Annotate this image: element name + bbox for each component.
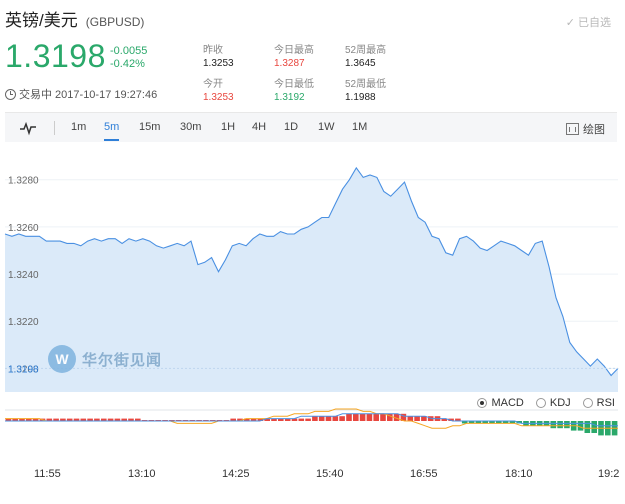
stat-52w-low: 52周最低 1.1988 bbox=[345, 78, 386, 104]
price-chart[interactable]: 1.32801.32601.32401.32201.3200 1.3198 bbox=[0, 142, 625, 462]
macd-bar bbox=[346, 413, 352, 421]
change-value: -0.0055 bbox=[110, 45, 148, 57]
x-tick-label: 14:25 bbox=[222, 468, 250, 480]
indicator-selector: MACD KDJ RSI bbox=[465, 397, 615, 409]
indicator-label: MACD bbox=[491, 397, 524, 409]
trading-status: 交易中 2017-10-17 19:27:46 bbox=[5, 86, 157, 102]
radio-icon[interactable] bbox=[477, 398, 488, 408]
stat-52w-high: 52周最高 1.3645 bbox=[345, 44, 386, 70]
timeframe-5m[interactable]: 5m bbox=[104, 121, 120, 141]
macd-bar bbox=[373, 413, 379, 421]
line-chart-icon[interactable] bbox=[19, 120, 37, 136]
title-row: 英镑/美元 (GBPUSD) bbox=[5, 6, 144, 31]
stat-value: 1.3192 bbox=[274, 92, 305, 103]
y-tick-label: 1.3260 bbox=[8, 223, 39, 234]
instrument-name: 英镑/美元 bbox=[5, 11, 78, 30]
y-tick-label: 1.3220 bbox=[8, 317, 39, 328]
indicator-label: KDJ bbox=[549, 397, 571, 409]
x-tick-label: 15:40 bbox=[316, 468, 344, 480]
watermark-logo: W 华尔街见闻 bbox=[48, 345, 162, 373]
stat-day-low: 今日最低 1.3192 bbox=[274, 78, 314, 104]
macd-bar bbox=[298, 418, 305, 421]
indicator-kdj[interactable]: KDJ bbox=[535, 397, 571, 409]
x-tick-label: 19:2 bbox=[598, 468, 620, 480]
macd-bar bbox=[312, 416, 318, 421]
status-text: 交易中 2017-10-17 19:27:46 bbox=[19, 89, 158, 101]
macd-bar bbox=[557, 421, 563, 429]
last-price: 1.3198 bbox=[5, 38, 106, 74]
x-tick-label: 13:10 bbox=[128, 468, 156, 480]
x-tick-label: 18:10 bbox=[505, 468, 533, 480]
macd-bar bbox=[584, 421, 591, 433]
draw-label: 绘图 bbox=[583, 124, 605, 136]
watchlist-button[interactable]: ✓ 已自选 bbox=[566, 14, 611, 30]
stat-label: 今日最高 bbox=[274, 45, 314, 56]
price-change: -0.0055 -0.42% bbox=[110, 45, 147, 71]
indicator-rsi[interactable]: RSI bbox=[582, 397, 615, 409]
y-tick-label: 1.3240 bbox=[8, 270, 39, 281]
check-icon: ✓ bbox=[565, 17, 578, 29]
timeframe-1w[interactable]: 1W bbox=[318, 121, 335, 133]
macd-bar bbox=[577, 421, 584, 431]
radio-icon[interactable] bbox=[582, 398, 593, 408]
timeframe-15m[interactable]: 15m bbox=[139, 121, 160, 133]
stat-value: 1.3645 bbox=[345, 58, 376, 69]
last-price-label: 1.3198 bbox=[8, 364, 39, 375]
timeframe-1m[interactable]: 1m bbox=[71, 121, 86, 133]
stat-label: 今开 bbox=[203, 79, 223, 90]
macd-bar bbox=[332, 416, 339, 421]
macd-bar bbox=[318, 416, 325, 421]
quote-header: 英镑/美元 (GBPUSD) ✓ 已自选 1.3198 -0.0055 -0.4… bbox=[0, 0, 625, 110]
radio-icon[interactable] bbox=[535, 398, 546, 408]
macd-bar bbox=[366, 413, 373, 421]
timeframe-1h[interactable]: 1H bbox=[221, 121, 235, 133]
instrument-code: (GBPUSD) bbox=[85, 15, 145, 29]
change-percent: -0.42% bbox=[110, 58, 145, 70]
draw-tool-button[interactable]: 绘图 bbox=[566, 121, 605, 137]
macd-bar bbox=[305, 418, 311, 421]
stat-label: 52周最高 bbox=[345, 45, 387, 56]
stat-label: 今日最低 bbox=[274, 79, 314, 90]
macd-bar bbox=[414, 416, 420, 421]
stat-label: 昨收 bbox=[203, 45, 223, 56]
logo-icon: W bbox=[48, 345, 76, 373]
stat-day-high: 今日最高 1.3287 bbox=[274, 44, 314, 70]
clock-icon bbox=[5, 88, 16, 100]
macd-bar bbox=[339, 416, 345, 421]
macd-bar bbox=[407, 416, 414, 421]
stat-value: 1.3287 bbox=[274, 58, 305, 69]
timeframe-30m[interactable]: 30m bbox=[180, 121, 201, 133]
x-tick-label: 11:55 bbox=[34, 468, 61, 480]
indicator-macd[interactable]: MACD bbox=[477, 397, 524, 409]
stat-value: 1.3253 bbox=[203, 92, 234, 103]
timeframe-1d[interactable]: 1D bbox=[284, 121, 298, 133]
watchlist-label: 已自选 bbox=[578, 17, 611, 29]
stat-value: 1.3253 bbox=[203, 58, 234, 69]
timeframe-1mo[interactable]: 1M bbox=[352, 121, 367, 133]
watermark-text: 华尔街见闻 bbox=[82, 351, 163, 369]
macd-bar bbox=[564, 421, 570, 429]
macd-bar bbox=[353, 413, 359, 421]
stat-open: 今开 1.3253 bbox=[203, 78, 234, 104]
timeframe-4h[interactable]: 4H bbox=[252, 121, 266, 133]
draw-icon bbox=[566, 123, 579, 135]
stat-prev-close: 昨收 1.3253 bbox=[203, 44, 234, 70]
macd-bar bbox=[325, 416, 332, 421]
macd-bar bbox=[380, 413, 386, 421]
indicator-label: RSI bbox=[596, 397, 615, 409]
macd-bar bbox=[591, 421, 597, 433]
stat-value: 1.1988 bbox=[345, 92, 376, 103]
macd-bar bbox=[550, 421, 557, 429]
stat-label: 52周最低 bbox=[345, 79, 387, 90]
toolbar-divider bbox=[54, 121, 55, 135]
macd-bar bbox=[359, 413, 366, 421]
chart-toolbar: 1m 5m 15m 30m 1H 4H 1D 1W 1M 绘图 bbox=[5, 112, 617, 142]
x-tick-label: 16:55 bbox=[410, 468, 438, 480]
y-tick-label: 1.3280 bbox=[8, 176, 39, 187]
